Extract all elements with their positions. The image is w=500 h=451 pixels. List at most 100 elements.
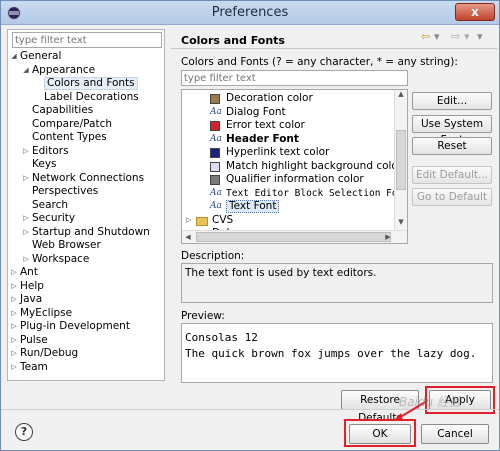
view-menu-icon[interactable]: ▾ <box>477 30 483 43</box>
list-item[interactable]: Decoration color <box>182 92 394 106</box>
collapsed-twisty-icon[interactable]: ▷ <box>22 253 30 267</box>
horizontal-scroll-thumb[interactable] <box>196 232 391 242</box>
tree-item-label: Security <box>32 212 76 224</box>
list-item-label: Hyperlink text color <box>226 146 330 158</box>
tree-item-label: Network Connections <box>32 171 145 184</box>
list-item-label: CVS <box>212 213 234 226</box>
collapsed-twisty-icon[interactable]: ▷ <box>22 212 30 226</box>
tree-item[interactable]: Colors and Fonts <box>8 77 164 91</box>
tree-item[interactable]: Capabilities <box>8 104 164 118</box>
tree-item[interactable]: ▷ Plug-in Development <box>8 320 164 334</box>
tree-item[interactable]: Compare/Patch <box>8 118 164 132</box>
font-icon: Aa <box>210 133 222 144</box>
tree-item[interactable]: ▷ Editors <box>8 145 164 159</box>
tree-item-label: Keys <box>32 158 57 170</box>
preference-tree: ◢ General ◢ Appearance Colors and Fonts Label… <box>8 50 164 374</box>
collapsed-twisty-icon[interactable]: ▷ <box>10 361 18 375</box>
tree-filter-input[interactable] <box>12 32 162 48</box>
tree-item[interactable]: ▷ MyEclipse <box>8 307 164 321</box>
folder-icon <box>196 216 208 226</box>
list-item[interactable]: Aa Text Font <box>182 200 394 214</box>
back-menu-icon[interactable]: ▾ <box>434 30 440 43</box>
collapsed-twisty-icon[interactable]: ▷ <box>10 280 18 294</box>
tree-item-label: Team <box>20 360 48 373</box>
ok-highlight <box>344 419 416 447</box>
forward-menu-icon[interactable]: ▾ <box>464 30 470 43</box>
collapsed-twisty-icon[interactable]: ▷ <box>186 214 191 228</box>
tree-item-label: Editors <box>32 144 69 157</box>
tree-item[interactable]: ▷ Network Connections <box>8 172 164 186</box>
vertical-scroll-thumb[interactable] <box>396 130 406 190</box>
tree-item[interactable]: ▷ Java <box>8 293 164 307</box>
filter-hint-label: Colors and Fonts (? = any character, * =… <box>181 56 458 68</box>
tree-item[interactable]: ▷ Team <box>8 361 164 375</box>
color-swatch-icon <box>210 161 220 172</box>
list-item[interactable]: Hyperlink text color <box>182 146 394 160</box>
tree-item[interactable]: ◢ Appearance <box>8 64 164 78</box>
list-item-label: Error text color <box>226 119 305 131</box>
tree-item[interactable]: Label Decorations <box>8 91 164 105</box>
collapsed-twisty-icon[interactable]: ▷ <box>22 172 30 186</box>
vertical-scrollbar[interactable]: ▲ ▼ <box>394 90 407 231</box>
colors-fonts-list[interactable]: Decoration color Aa Dialog Font Error text … <box>181 89 408 244</box>
tree-item[interactable]: ▷ Startup and Shutdown <box>8 226 164 240</box>
tree-item[interactable]: ▷ Help <box>8 280 164 294</box>
tree-item[interactable]: Perspectives <box>8 185 164 199</box>
collapsed-twisty-icon[interactable]: ▷ <box>10 266 18 280</box>
tree-item[interactable]: ▷ Security <box>8 212 164 226</box>
collapsed-twisty-icon[interactable]: ▷ <box>10 320 18 334</box>
collapsed-twisty-icon[interactable]: ▷ <box>22 226 30 240</box>
preference-tree-panel: ◢General◢AppearanceColors and FontsLabel… <box>7 29 165 381</box>
collapsed-twisty-icon[interactable]: ▷ <box>22 145 30 159</box>
collapsed-twisty-icon[interactable]: ▷ <box>10 293 18 307</box>
list-item-label: Text Editor Block Selection Font <box>226 187 408 199</box>
title-bar: Preferences x <box>1 1 499 25</box>
go-to-default-button[interactable]: Go to Default <box>412 188 492 206</box>
tree-item-label: MyEclipse <box>20 306 73 319</box>
forward-arrow-icon[interactable]: ⇨ <box>451 30 460 43</box>
list-item[interactable]: Qualifier information color <box>182 173 394 187</box>
collapsed-twisty-icon[interactable]: ▷ <box>10 347 18 361</box>
tree-item-label: Appearance <box>32 63 96 76</box>
scroll-up-icon[interactable]: ▲ <box>395 90 407 102</box>
tree-item[interactable]: ▷ Pulse <box>8 334 164 348</box>
tree-item[interactable]: Content Types <box>8 131 164 145</box>
cancel-button[interactable]: Cancel <box>421 424 489 444</box>
list-item[interactable]: ▷ CVS <box>182 214 394 228</box>
list-item[interactable]: Aa Text Editor Block Selection Font <box>182 187 407 201</box>
tree-item[interactable]: ▷ Ant <box>8 266 164 280</box>
tree-item[interactable]: ▷ Run/Debug <box>8 347 164 361</box>
expanded-twisty-icon[interactable]: ◢ <box>10 50 18 64</box>
edit-button[interactable]: Edit... <box>412 92 492 110</box>
tree-item[interactable]: ◢ General <box>8 50 164 64</box>
use-system-font-button[interactable]: Use System Font <box>412 115 492 146</box>
list-item[interactable]: Error text color <box>182 119 394 133</box>
scroll-down-icon[interactable]: ▼ <box>395 218 407 230</box>
collapsed-twisty-icon[interactable]: ▷ <box>10 334 18 348</box>
font-icon: Aa <box>210 187 222 198</box>
expanded-twisty-icon[interactable]: ◢ <box>22 64 30 78</box>
scroll-right-icon[interactable]: ▶ <box>382 231 394 243</box>
close-button[interactable]: x <box>455 3 495 21</box>
tree-item-label: Run/Debug <box>20 347 79 359</box>
edit-default-button[interactable]: Edit Default... <box>412 166 492 184</box>
list-item-label: Header Font <box>226 132 299 145</box>
pointer-arrow-icon <box>393 400 428 421</box>
preview-label: Preview: <box>181 310 225 322</box>
tree-item-label: Capabilities <box>32 104 94 116</box>
help-icon[interactable]: ? <box>15 423 33 441</box>
list-item[interactable]: Aa Dialog Font <box>182 106 394 120</box>
back-arrow-icon[interactable]: ⇦ <box>421 30 430 43</box>
list-item-label: Decoration color <box>226 92 313 104</box>
list-item[interactable]: Aa Header Font <box>182 133 394 147</box>
tree-item[interactable]: Search <box>8 199 164 213</box>
colors-filter-input[interactable] <box>181 70 408 86</box>
tree-item[interactable]: ▷ Workspace <box>8 253 164 267</box>
list-item[interactable]: Match highlight background color <box>182 160 402 174</box>
collapsed-twisty-icon[interactable]: ▷ <box>10 307 18 321</box>
tree-item[interactable]: Keys <box>8 158 164 172</box>
horizontal-scrollbar[interactable]: ◀ ▶ <box>182 230 407 243</box>
scroll-left-icon[interactable]: ◀ <box>182 231 194 243</box>
tree-item[interactable]: Web Browser <box>8 239 164 253</box>
reset-button[interactable]: Reset <box>412 137 492 155</box>
